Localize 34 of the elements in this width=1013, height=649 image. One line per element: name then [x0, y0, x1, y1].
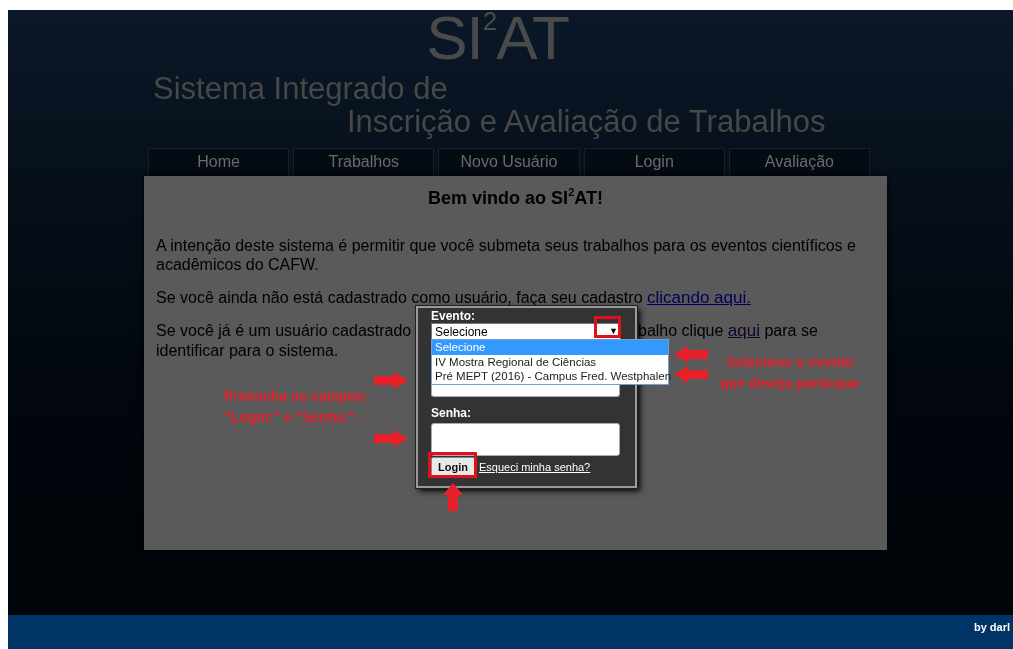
caret-icon: ▼ [609, 324, 618, 339]
annotation-arrow [674, 346, 708, 363]
nav-tab[interactable]: Trabalhos [293, 148, 435, 176]
annotation-text: Selecione o evento que deseja participar [720, 353, 861, 393]
annotation-arrow [374, 372, 408, 389]
field-label: Senha: [431, 407, 471, 420]
annotation-text: Preencha os campos: "Login:" e "Senha:". [224, 387, 369, 427]
intro-paragraph: A intenção deste sistema é permitir que você submeta seus trabalhos para os eventos científicos e acadêmicos do CAFW. [156, 235, 857, 274]
signup-link[interactable]: clicando aqui. [646, 287, 751, 307]
nav-tab[interactable]: Avaliação [728, 148, 870, 176]
nav-tab[interactable]: Login [583, 148, 725, 176]
password-field[interactable] [431, 423, 620, 456]
site-subtitle: Sistema Integrado de [153, 72, 449, 105]
nav-tab[interactable]: Novo Usuário [438, 148, 580, 176]
nav-tab[interactable]: Home [148, 148, 290, 176]
annotation-arrow [374, 430, 408, 447]
field-label: Evento: [431, 310, 476, 323]
annotation-arrow [674, 366, 708, 383]
credit-text: by darl [973, 620, 1010, 635]
dropdown-option[interactable]: Selecione [432, 340, 668, 355]
paragraph-fragment: balho clique aqui para se [638, 320, 818, 340]
paragraph-fragment: identificar para o sistema. [156, 340, 339, 361]
highlight-frame [594, 316, 621, 338]
highlight-frame [428, 452, 477, 478]
dropdown-option[interactable]: IV Mostra Regional de Ciências [432, 354, 668, 369]
site-logo: SI$^{2}$AT [425, 10, 570, 66]
site-subtitle: Inscrição e Avaliação de Trabalhos [347, 105, 827, 138]
login-link[interactable]: aqui [727, 320, 760, 340]
paragraph-fragment: Se você já é um usuário cadastrado [156, 321, 412, 339]
welcome-heading: Bem vindo ao SI$^{2}$AT! [427, 188, 604, 210]
signup-paragraph: Se você ainda não está cadastrado como usuário, faça seu cadastro clicando aqui. [156, 287, 752, 307]
forgot-password-link[interactable]: Esqueci minha senha? [478, 459, 591, 476]
login-button[interactable]: Login [431, 457, 475, 478]
annotation-arrow [443, 483, 463, 511]
